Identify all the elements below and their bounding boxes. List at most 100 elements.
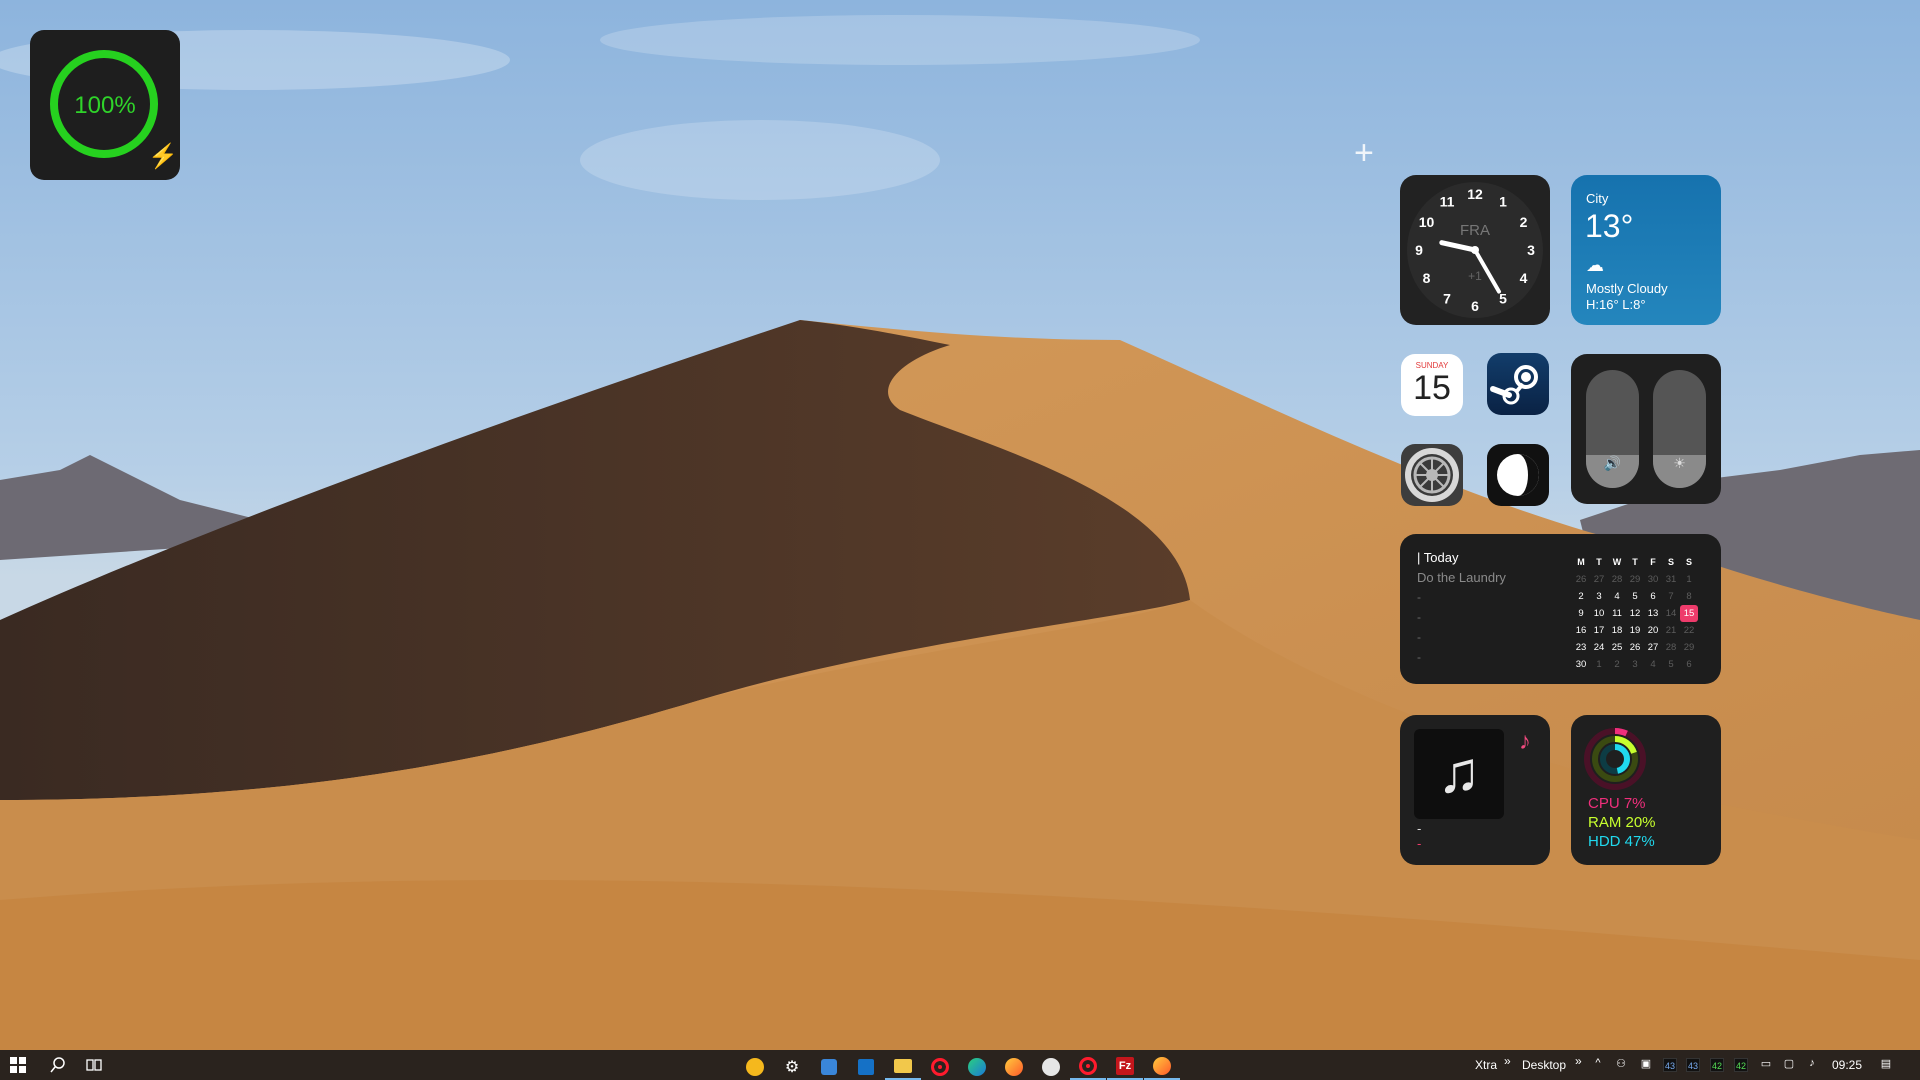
calendar-day[interactable]: 1	[1590, 656, 1608, 673]
todo-calendar-widget[interactable]: | Today Do the Laundry - - - - M T W T F S S 26…	[1400, 534, 1721, 684]
calendar-day[interactable]: 22	[1680, 622, 1698, 639]
calendar-day[interactable]: 27	[1644, 639, 1662, 656]
calendar-day[interactable]: 21	[1662, 622, 1680, 639]
taskbar-app-opera[interactable]	[922, 1053, 958, 1080]
calendar-day[interactable]: 9	[1572, 605, 1590, 622]
calendar-day[interactable]: 16	[1572, 622, 1590, 639]
taskbar-app-file-explorer[interactable]	[885, 1053, 921, 1080]
calendar-day[interactable]: 31	[1662, 571, 1680, 588]
cpu-usage: CPU 7%	[1588, 795, 1646, 812]
calendar-day[interactable]: 13	[1644, 605, 1662, 622]
toolbar-xtra[interactable]: Xtra	[1475, 1058, 1497, 1072]
calendar-day[interactable]: 20	[1644, 622, 1662, 639]
search-button[interactable]	[40, 1050, 76, 1080]
calendar-day[interactable]: 7	[1662, 588, 1680, 605]
add-widget-button[interactable]: +	[1354, 134, 1374, 173]
action-center-icon[interactable]: ▤	[1878, 1057, 1894, 1073]
tray-badge-temp[interactable]: 43	[1663, 1058, 1677, 1072]
calendar-day[interactable]: 25	[1608, 639, 1626, 656]
todo-placeholder: -	[1417, 610, 1421, 624]
calendar-day[interactable]: 17	[1590, 622, 1608, 639]
calendar-day[interactable]: 29	[1626, 571, 1644, 588]
cloud-icon: ☁	[1586, 255, 1604, 275]
taskbar-app-yellow[interactable]	[737, 1053, 773, 1080]
start-button[interactable]	[0, 1050, 36, 1080]
taskbar-app-firefox[interactable]	[996, 1053, 1032, 1080]
calendar-day[interactable]: 23	[1572, 639, 1590, 656]
taskbar-app-opera-active[interactable]	[1070, 1053, 1106, 1080]
weather-widget[interactable]: City 13° ☁ Mostly Cloudy H:16° L:8°	[1571, 175, 1721, 325]
calendar-date: 15	[1413, 369, 1451, 407]
xtra-chevron[interactable]: »	[1504, 1054, 1511, 1068]
system-monitor-widget[interactable]: CPU 7% RAM 20% HDD 47%	[1571, 715, 1721, 865]
calendar-day[interactable]: 18	[1608, 622, 1626, 639]
music-widget[interactable]: ♫ ♪ - -	[1400, 715, 1550, 865]
taskbar-app-edge[interactable]	[959, 1053, 995, 1080]
calendar-day[interactable]: 4	[1608, 588, 1626, 605]
chevron-up-icon[interactable]: ^	[1590, 1057, 1606, 1073]
todo-task[interactable]: Do the Laundry	[1417, 570, 1506, 585]
toolbar-desktop[interactable]: Desktop	[1522, 1058, 1566, 1072]
calendar-day[interactable]: 29	[1680, 639, 1698, 656]
steam-icon[interactable]	[1487, 353, 1549, 415]
calendar-day[interactable]: 3	[1626, 656, 1644, 673]
calendar-day[interactable]: 24	[1590, 639, 1608, 656]
tray-badge-temp[interactable]: 42	[1734, 1058, 1748, 1072]
desktop-chevron[interactable]: »	[1575, 1054, 1582, 1068]
taskbar-app-firefox-active[interactable]	[1144, 1053, 1180, 1080]
tray-badge-temp[interactable]: 43	[1686, 1058, 1700, 1072]
calendar-day[interactable]: 10	[1590, 605, 1608, 622]
opera-icon	[1079, 1056, 1097, 1075]
calendar-day[interactable]: 2	[1608, 656, 1626, 673]
yellow-app-icon	[746, 1057, 764, 1076]
tray-app-icon[interactable]: ▣	[1638, 1057, 1654, 1073]
calendar-day[interactable]: 8	[1680, 588, 1698, 605]
calendar-day[interactable]: 4	[1644, 656, 1662, 673]
task-view-button[interactable]	[76, 1050, 112, 1080]
calendar-day[interactable]: 30	[1572, 656, 1590, 673]
tray-badge-temp[interactable]: 42	[1710, 1058, 1724, 1072]
battery-icon[interactable]: ▭	[1758, 1057, 1774, 1073]
calendar-day[interactable]: 14	[1662, 605, 1680, 622]
gear-icon[interactable]	[1401, 444, 1463, 506]
calendar-day[interactable]: 30	[1644, 571, 1662, 588]
taskbar-app-outlook[interactable]	[848, 1053, 884, 1080]
clock-center	[1471, 246, 1479, 254]
calendar-day[interactable]: 1	[1680, 571, 1698, 588]
taskbar-app-filezilla[interactable]: Fz	[1107, 1053, 1143, 1080]
desktop-wallpaper	[0, 0, 1920, 1050]
calendar-day[interactable]: 2	[1572, 588, 1590, 605]
taskbar-app-settings[interactable]: ⚙	[774, 1053, 810, 1080]
weather-condition: Mostly Cloudy	[1586, 281, 1668, 296]
calendar-day[interactable]: 26	[1626, 639, 1644, 656]
network-icon[interactable]: ▢	[1781, 1057, 1797, 1073]
volume-slider[interactable]: 🔊	[1586, 370, 1639, 488]
calendar-day[interactable]: 26	[1572, 571, 1590, 588]
calendar-day[interactable]: 5	[1626, 588, 1644, 605]
calendar-day[interactable]: 12	[1626, 605, 1644, 622]
calendar-day[interactable]: 6	[1680, 656, 1698, 673]
firefox-icon	[1005, 1057, 1023, 1076]
analog-clock-widget[interactable]: 12 1 2 3 4 5 6 7 8 9 10 11 FRA +1	[1400, 175, 1550, 325]
clock-numeral: 4	[1520, 270, 1528, 286]
calendar-day[interactable]: 6	[1644, 588, 1662, 605]
calendar-day[interactable]: 28	[1608, 571, 1626, 588]
calendar-day[interactable]: 19	[1626, 622, 1644, 639]
brightness-slider[interactable]: ☀	[1653, 370, 1706, 488]
disk-icon[interactable]	[1487, 444, 1549, 506]
calendar-day[interactable]: 28	[1662, 639, 1680, 656]
taskbar-app-store[interactable]	[811, 1053, 847, 1080]
battery-widget[interactable]: 100% ⚡	[30, 30, 180, 180]
volume-icon[interactable]: ♪	[1804, 1057, 1820, 1073]
calendar-day[interactable]: 27	[1590, 571, 1608, 588]
taskbar-clock[interactable]: 09:25	[1832, 1058, 1862, 1072]
calendar-app-icon[interactable]: SUNDAY 15	[1401, 354, 1463, 416]
calendar-day[interactable]: 3	[1590, 588, 1608, 605]
weekday-header: W	[1612, 557, 1622, 567]
calendar-day[interactable]: 5	[1662, 656, 1680, 673]
taskbar-app-steam[interactable]	[1033, 1053, 1069, 1080]
calendar-day[interactable]: 15	[1680, 605, 1698, 622]
weekday-header: T	[1632, 557, 1638, 567]
network-user-icon[interactable]: ⚇	[1613, 1057, 1629, 1073]
calendar-day[interactable]: 11	[1608, 605, 1626, 622]
